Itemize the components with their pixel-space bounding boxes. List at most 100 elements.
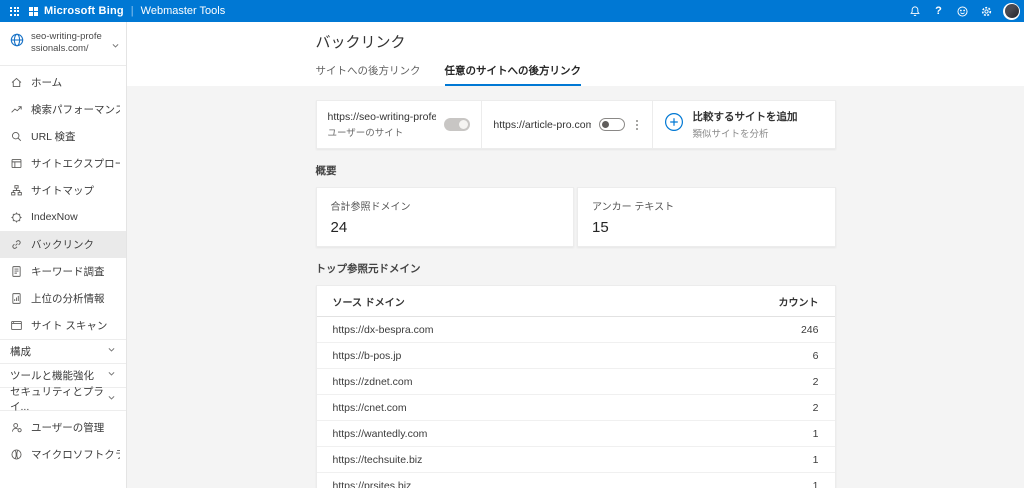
source-domain-link[interactable]: https://dx-bespra.com xyxy=(333,324,434,336)
home-icon xyxy=(10,76,23,89)
sidebar: seo-writing-professionals.com/ ホーム検索パフォー… xyxy=(0,22,127,488)
column-source-domain: ソース ドメイン xyxy=(332,298,405,309)
sidebar-item-label: 上位の分析情報 xyxy=(31,292,105,305)
count-value: 6 xyxy=(812,349,819,362)
app-name: Webmaster Tools xyxy=(140,5,226,17)
referrers-table-body: https://dx-bespra.com 246 https://b-pos.jp… xyxy=(316,317,835,488)
more-options-icon[interactable] xyxy=(633,118,641,132)
anchor-texts-value: 15 xyxy=(592,219,609,236)
count-value: 1 xyxy=(812,453,819,466)
sidebar-item-scan[interactable]: サイト スキャン xyxy=(0,312,126,339)
column-count: カウント xyxy=(778,298,819,309)
source-domain-link[interactable]: https://techsuite.biz xyxy=(333,454,423,466)
user-site-toggle[interactable] xyxy=(444,118,471,131)
compare-site-toggle[interactable] xyxy=(598,118,625,131)
sitemap-icon xyxy=(10,184,23,197)
sidebar-item-home[interactable]: ホーム xyxy=(0,69,126,96)
globe-icon xyxy=(9,32,25,53)
table-row: https://prsites.biz 1 xyxy=(317,473,835,488)
chevron-down-icon xyxy=(107,369,116,381)
sidebar-item-label: サイトエクスプローラ xyxy=(31,157,120,170)
summary-cards: 合計参照ドメイン 24 アンカー テキスト 15 xyxy=(315,187,836,247)
referring-domains-label: 合計参照ドメイン xyxy=(330,202,411,213)
sidebar-item-indexnow[interactable]: IndexNow xyxy=(0,204,126,231)
help-icon[interactable]: ? xyxy=(931,4,946,19)
table-row: https://cnet.com 2 xyxy=(316,395,835,421)
brand-separator: | xyxy=(130,5,134,17)
sidebar-item-label: サイトマップ xyxy=(31,184,94,197)
sidebar-item-trend[interactable]: 検索パフォーマンス xyxy=(0,96,126,123)
site-selector[interactable]: seo-writing-professionals.com/ xyxy=(0,22,126,66)
referring-domains-card: 合計参照ドメイン 24 xyxy=(315,187,574,247)
tab-0[interactable]: サイトへの後方リンク xyxy=(316,63,421,86)
app-launcher-icon[interactable] xyxy=(10,6,19,16)
chevron-down-icon xyxy=(107,393,116,405)
source-domain-link[interactable]: https://b-pos.jp xyxy=(333,350,402,362)
brand-name: Microsoft Bing xyxy=(44,5,124,17)
sidebar-item-search[interactable]: URL 検査 xyxy=(0,123,126,150)
sidebar-group-2[interactable]: セキュリティとプライ... xyxy=(0,386,126,413)
count-value: 1 xyxy=(812,427,819,440)
table-row: https://zdnet.com 2 xyxy=(316,369,835,395)
sidebar-item-label: キーワード調査 xyxy=(31,265,105,278)
user-site-url: https://seo-writing-professional... xyxy=(327,110,437,123)
compare-sites-card: https://seo-writing-professional... ユーザー… xyxy=(315,100,836,149)
add-circle-icon xyxy=(664,112,684,137)
referring-domains-value: 24 xyxy=(330,219,348,236)
count-value: 2 xyxy=(812,375,819,388)
sidebar-group-label: ツールと機能強化 xyxy=(10,369,94,382)
summary-section-title: 概要 xyxy=(315,165,337,177)
sidebar-footer-nav: ユーザーの管理マイクロソフトクラリティ xyxy=(0,411,126,468)
compare-site-url: https://article-pro.com/ xyxy=(493,118,591,131)
add-compare-site-button[interactable]: 比較するサイトを追加 類似サイトを分析 xyxy=(651,101,835,148)
add-compare-title: 比較するサイトを追加 xyxy=(692,111,798,123)
table-header: ソース ドメイン カウント xyxy=(316,286,835,317)
tab-1[interactable]: 任意のサイトへの後方リンク xyxy=(444,63,581,86)
sidebar-item-explorer[interactable]: サイトエクスプローラ xyxy=(0,150,126,177)
referrers-table: ソース ドメイン カウント https://dx-bespra.com 246 ht… xyxy=(315,285,836,488)
count-value: 1 xyxy=(812,479,819,488)
chevron-down-icon xyxy=(111,37,120,55)
smiley-icon[interactable] xyxy=(955,4,970,19)
table-row: https://b-pos.jp 6 xyxy=(316,343,835,369)
sidebar-item-keyword[interactable]: キーワード調査 xyxy=(0,258,126,285)
page-title: バックリンク xyxy=(315,34,406,51)
sidebar-item-clarity[interactable]: マイクロソフトクラリティ xyxy=(0,441,126,468)
trend-icon xyxy=(10,103,23,116)
add-compare-subtitle: 類似サイトを分析 xyxy=(692,129,769,140)
topbar: Microsoft Bing | Webmaster Tools ? xyxy=(0,0,1024,22)
sidebar-item-label: ホーム xyxy=(31,76,63,89)
table-row: https://wantedly.com 1 xyxy=(316,421,835,447)
content-area: https://seo-writing-professional... ユーザー… xyxy=(127,86,1024,488)
keyword-icon xyxy=(10,265,23,278)
sidebar-item-sitemap[interactable]: サイトマップ xyxy=(0,177,126,204)
main-area: バックリンク サイトへの後方リンク 任意のサイトへの後方リンク https://s… xyxy=(127,22,1024,488)
source-domain-link[interactable]: https://zdnet.com xyxy=(333,376,413,388)
sidebar-group-label: 構成 xyxy=(10,345,31,358)
table-row: https://techsuite.biz 1 xyxy=(316,447,835,473)
sidebar-item-label: URL 検査 xyxy=(31,130,76,143)
sidebar-item-link[interactable]: バックリンク xyxy=(0,230,126,258)
sidebar-item-user[interactable]: ユーザーの管理 xyxy=(0,414,126,441)
compare-site-user: https://seo-writing-professional... ユーザー… xyxy=(317,101,482,148)
anchor-texts-card: アンカー テキスト 15 xyxy=(577,187,836,247)
source-domain-link[interactable]: https://wantedly.com xyxy=(333,428,428,440)
explorer-icon xyxy=(10,157,23,170)
sidebar-group-0[interactable]: 構成 xyxy=(0,338,126,363)
count-value: 2 xyxy=(812,401,819,414)
clarity-icon xyxy=(10,448,23,461)
insights-icon xyxy=(10,292,23,305)
scan-icon xyxy=(10,319,23,332)
sidebar-item-insights[interactable]: 上位の分析情報 xyxy=(0,285,126,312)
compare-site-2: https://article-pro.com/ xyxy=(481,101,651,148)
source-domain-link[interactable]: https://prsites.biz xyxy=(333,480,412,488)
gear-icon[interactable] xyxy=(979,4,994,19)
profile-avatar[interactable] xyxy=(1003,2,1020,20)
sidebar-item-label: IndexNow xyxy=(31,211,78,224)
source-domain-link[interactable]: https://cnet.com xyxy=(333,402,407,414)
sidebar-item-label: バックリンク xyxy=(31,238,94,251)
sidebar-item-label: ユーザーの管理 xyxy=(31,421,105,434)
bell-icon[interactable] xyxy=(907,4,922,19)
count-value: 246 xyxy=(800,323,819,336)
link-icon xyxy=(10,238,23,251)
